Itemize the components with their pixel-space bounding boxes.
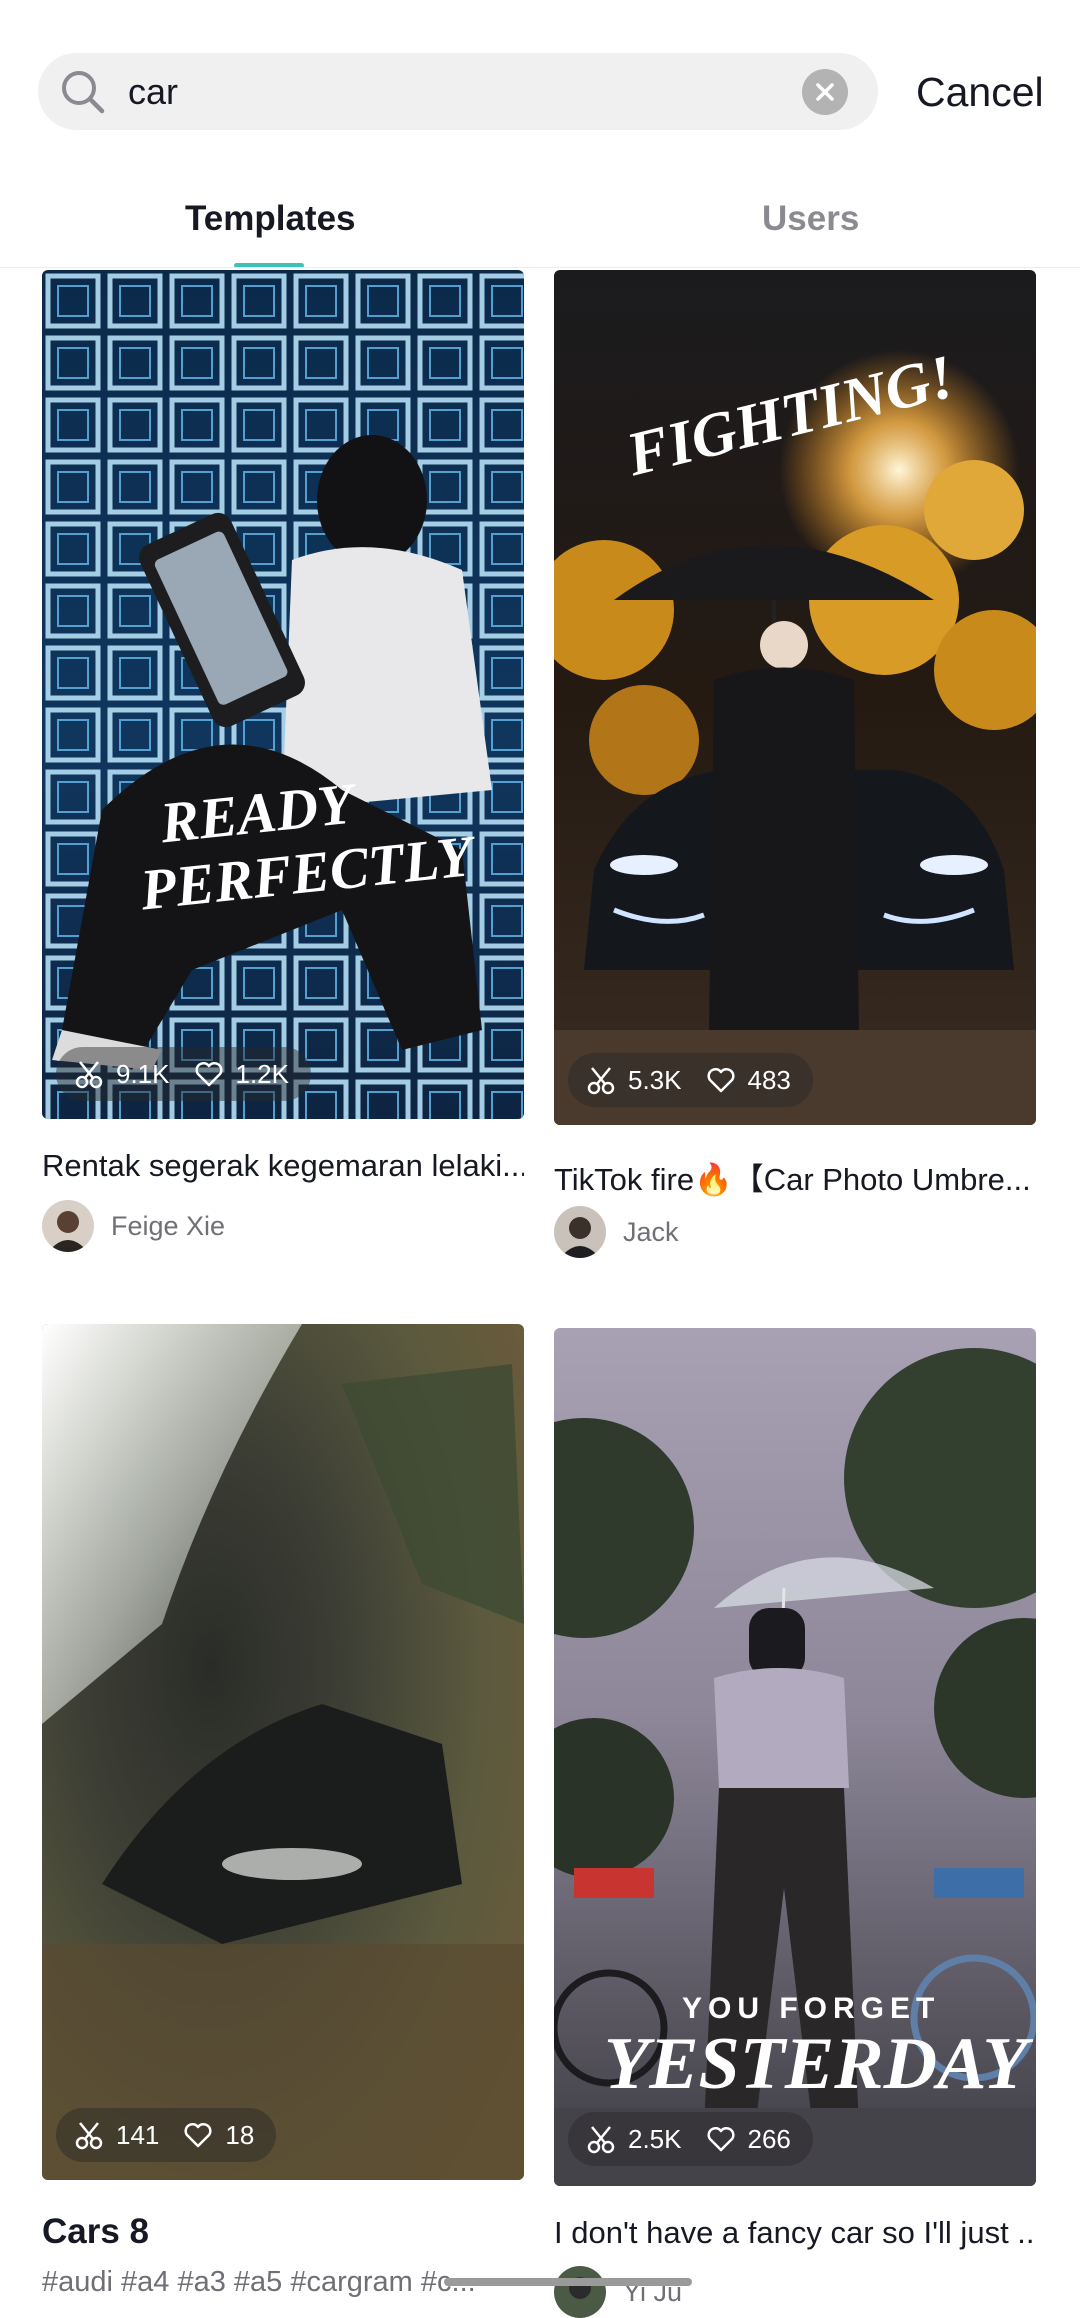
avatar[interactable]: [42, 1200, 94, 1252]
heart-icon: [706, 1067, 735, 1093]
template-title[interactable]: Cars 8: [42, 2212, 524, 2252]
tab-users[interactable]: Users: [762, 195, 859, 243]
overlay-text: YOU FORGET: [682, 1992, 940, 2025]
home-indicator[interactable]: [444, 2278, 692, 2286]
template-thumbnail[interactable]: READY PERFECTLY: [42, 270, 524, 1119]
author-name[interactable]: Feige Xie: [111, 1211, 225, 1242]
author-row[interactable]: Jack: [554, 1206, 679, 1258]
search-icon: [62, 71, 105, 114]
template-title[interactable]: TikTok fire🔥【Car Photo Umbre...: [554, 1154, 1036, 1199]
cancel-button[interactable]: Cancel: [916, 62, 1044, 122]
scissors-icon: [587, 2126, 615, 2154]
uses-count: 5.3K: [628, 1064, 682, 1095]
template-thumbnail[interactable]: YOU FORGET YESTERDAY: [554, 1328, 1036, 2186]
template-title[interactable]: Rentak segerak kegemaran lelaki...: [42, 1148, 524, 1184]
uses-count: 2.5K: [628, 2123, 682, 2154]
heart-icon: [184, 2122, 212, 2148]
likes-count: 18: [225, 2119, 255, 2150]
author-row[interactable]: Yi Ju: [554, 2266, 682, 2318]
template-thumbnail[interactable]: FIGHTING!: [554, 270, 1036, 1125]
avatar[interactable]: [554, 2266, 606, 2318]
scissors-icon: [75, 2122, 103, 2150]
scissors-icon: [587, 1067, 615, 1095]
template-thumbnail[interactable]: [42, 1324, 524, 2180]
uses-count: 9.1K: [116, 1058, 170, 1089]
uses-count: 141: [116, 2119, 160, 2150]
stats-pill: 141 18: [56, 2108, 277, 2162]
avatar[interactable]: [554, 1206, 606, 1258]
heart-icon: [706, 2126, 735, 2152]
stats-pill: 2.5K 266: [568, 2112, 813, 2166]
scissors-icon: [75, 1061, 103, 1089]
clear-search-button[interactable]: [802, 69, 848, 115]
likes-count: 483: [747, 1064, 791, 1095]
stats-pill: 9.1K 1.2K: [56, 1047, 311, 1101]
clear-icon: [816, 83, 834, 101]
template-title[interactable]: I don't have a fancy car so I'll just ..…: [554, 2215, 1036, 2251]
tab-templates[interactable]: Templates: [185, 195, 356, 243]
likes-count: 266: [747, 2123, 791, 2154]
likes-count: 1.2K: [235, 1058, 290, 1089]
stats-pill: 5.3K 483: [568, 1053, 813, 1107]
search-bar[interactable]: [38, 53, 878, 130]
overlay-text: YESTERDAY: [604, 2023, 1033, 2105]
heart-icon: [194, 1061, 223, 1087]
tab-divider: [0, 267, 1080, 268]
author-row[interactable]: Feige Xie: [42, 1200, 225, 1252]
author-name[interactable]: Jack: [623, 1217, 679, 1248]
search-input[interactable]: [128, 53, 808, 130]
